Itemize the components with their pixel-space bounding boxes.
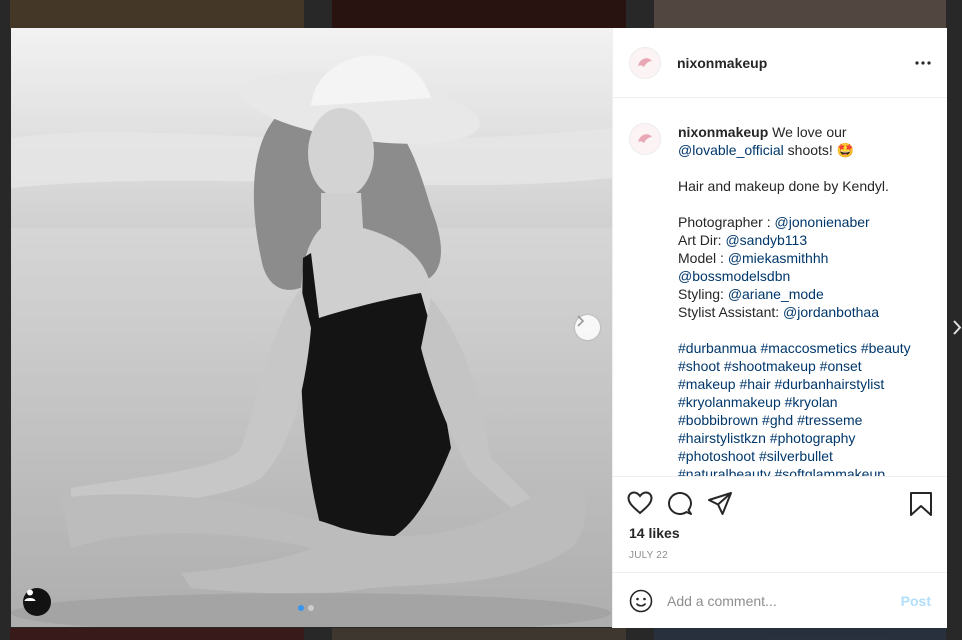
action-icon-row [627,491,933,519]
paper-plane-icon[interactable] [707,491,733,517]
mention-link[interactable]: @jordanbothaa [783,304,879,320]
bookmark-icon[interactable] [909,491,933,517]
username-link[interactable]: nixonmakeup [677,55,767,71]
mention-link[interactable]: @ariane_mode [728,286,824,302]
credit-label: Stylist Assistant: [678,304,784,320]
caption-line2: Hair and makeup done by Kendyl. [678,178,889,194]
emoji: 🤩 [836,142,855,158]
hashtag-line[interactable]: #durbanmua #maccosmetics #beauty [678,340,911,356]
post-header: nixonmakeup [613,28,947,98]
post-comment-button[interactable]: Post [901,593,931,609]
mention-link[interactable]: @jononienaber [775,214,870,230]
hashtag-line[interactable]: #bobbibrown #ghd #tresseme [678,412,862,428]
user-tags-button[interactable] [23,588,51,616]
chevron-right-icon [577,315,585,327]
credit-label: Art Dir: [678,232,726,248]
caption-line1-post: shoots! [783,142,833,158]
comment-input[interactable]: Add a comment... [667,593,901,609]
avatar[interactable] [629,46,661,79]
emoji-icon[interactable] [629,589,653,613]
caption-text: nixonmakeup We love our @lovable_officia… [678,123,931,476]
credit-label: Styling: [678,286,728,302]
hashtag-line[interactable]: #kryolanmakeup #kryolan [678,394,838,410]
brand-logo-icon [638,134,652,143]
carousel-dot-active [298,605,304,611]
hashtag-line[interactable]: #hairstylistkzn #photography [678,430,855,446]
post-actions: 14 likes JULY 22 Add a comment... Post [613,476,947,623]
carousel-dot [308,605,314,611]
mention-link[interactable]: @miekasmithhh [728,250,829,266]
mention-link[interactable]: @sandyb113 [725,232,807,248]
likes-count[interactable]: 14 likes [629,525,680,541]
avatar[interactable] [629,123,661,155]
mention-link[interactable]: @bossmodelsdbn [678,268,790,284]
credit-label: Model : [678,250,728,266]
post-side-panel: nixonmakeup nixonmakeup We love our @lov… [612,28,947,628]
caption-section: nixonmakeup We love our @lovable_officia… [613,98,947,476]
next-post-arrow[interactable] [952,315,962,340]
next-photo-button[interactable] [575,315,600,340]
mention-link[interactable]: @lovable_official [678,142,784,158]
heart-icon[interactable] [627,491,653,515]
caption-line1: We love our [772,124,847,140]
caption-username[interactable]: nixonmakeup [678,124,768,140]
more-options-icon[interactable] [915,60,931,65]
credit-label: Photographer : [678,214,775,230]
hashtag-line[interactable]: #photoshoot #silverbullet [678,448,833,464]
hashtag-line[interactable]: #naturalbeauty #softglammakeup [678,466,885,476]
comment-bar: Add a comment... Post [613,572,947,628]
hashtag-line[interactable]: #makeup #hair #durbanhairstylist [678,376,884,392]
brand-logo-icon [638,57,652,67]
post-date[interactable]: JULY 22 [629,550,668,561]
hashtag-line[interactable]: #shoot #shootmakeup #onset [678,358,862,374]
post-photo[interactable] [11,28,612,627]
carousel-indicator [298,605,314,611]
chevron-right-icon [953,320,962,335]
beach-photo-illustration [11,28,612,627]
comment-icon[interactable] [667,491,693,517]
user-tag-icon [24,589,36,601]
